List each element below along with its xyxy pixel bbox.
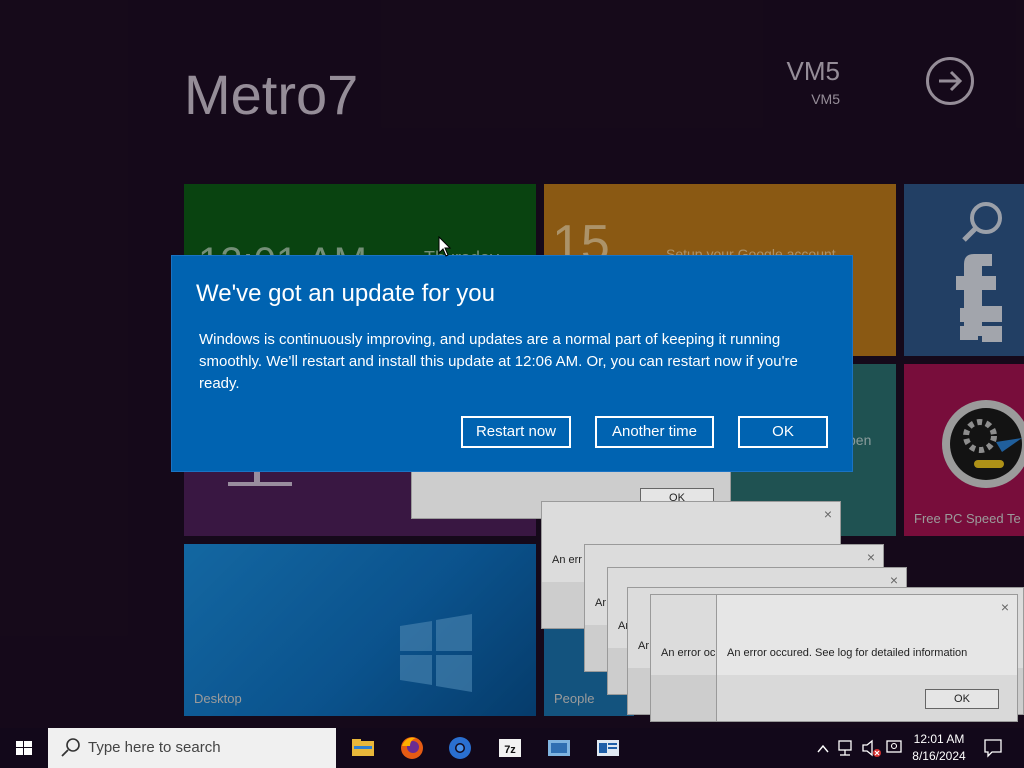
tile-desktop[interactable]: Desktop (184, 544, 536, 716)
error-message: An error oc (661, 647, 716, 659)
clock-time: 12:01 AM (913, 732, 965, 746)
volume-muted-icon[interactable] (860, 728, 882, 768)
facebook-search-icon (956, 202, 1002, 342)
close-icon[interactable]: × (867, 549, 875, 565)
start-screen-title: Metro7 (184, 63, 359, 126)
taskbar: Type here to search 7z 12:01 AM 8/16/202… (0, 728, 1024, 768)
search-box[interactable]: Type here to search (48, 728, 336, 768)
close-icon[interactable]: × (1001, 599, 1009, 615)
remote-desktop-icon[interactable] (545, 734, 573, 762)
error-dialog-front[interactable]: × An error occured. See log for detailed… (716, 594, 1018, 722)
close-icon[interactable]: × (890, 572, 898, 588)
network-icon[interactable] (836, 728, 856, 768)
notification-icon[interactable] (978, 728, 1008, 768)
clock-date: 8/16/2024 (912, 749, 966, 763)
tile-desktop-label: Desktop (194, 691, 242, 706)
app-window-icon[interactable] (594, 734, 622, 762)
restart-now-button[interactable]: Restart now (461, 416, 571, 448)
update-dialog-body: Windows is continuously improving, and u… (199, 331, 798, 392)
start-screen: Metro7 VM5 VM5 12:01 AM Thursday 15 Setu… (0, 0, 1024, 728)
search-icon (61, 738, 80, 757)
user-name: VM5 (786, 56, 840, 86)
chevron-up-icon[interactable] (814, 728, 832, 768)
user-subtitle: VM5 (811, 91, 840, 107)
another-time-button[interactable]: Another time (595, 416, 714, 448)
mouse-cursor-icon (438, 236, 452, 257)
7zip-icon[interactable]: 7z (496, 734, 524, 762)
power-arrow-button[interactable] (926, 57, 974, 105)
tile-people-label: People (554, 691, 595, 706)
user-account[interactable]: VM5 VM5 (787, 56, 840, 107)
system-clock[interactable]: 12:01 AM 8/16/2024 (904, 731, 974, 765)
search-placeholder: Type here to search (88, 739, 221, 756)
error-message: Ar (595, 597, 606, 609)
error-message: Ar (638, 640, 649, 652)
error-message: An err (552, 554, 582, 566)
update-dialog[interactable]: We've got an update for you Windows is c… (172, 256, 852, 471)
start-button[interactable] (0, 728, 48, 768)
tile-facebook[interactable] (904, 184, 1024, 356)
windows-start-icon (16, 741, 32, 755)
close-icon[interactable]: × (824, 506, 832, 522)
tile-speedtest-label: Free PC Speed Te (914, 511, 1021, 526)
error-ok-button[interactable]: OK (925, 689, 999, 709)
chrome-icon[interactable] (446, 734, 474, 762)
arrow-right-icon (939, 70, 963, 92)
update-dialog-title: We've got an update for you (196, 280, 496, 307)
error-message: An error occured. See log for detailed i… (727, 647, 968, 659)
firefox-icon[interactable] (398, 734, 426, 762)
tile-speedtest[interactable]: Free PC Speed Te (904, 364, 1024, 536)
file-explorer-icon[interactable] (349, 734, 377, 762)
update-ok-button[interactable]: OK (738, 416, 828, 448)
svg-text:7z: 7z (504, 744, 516, 756)
display-icon[interactable] (884, 728, 904, 768)
